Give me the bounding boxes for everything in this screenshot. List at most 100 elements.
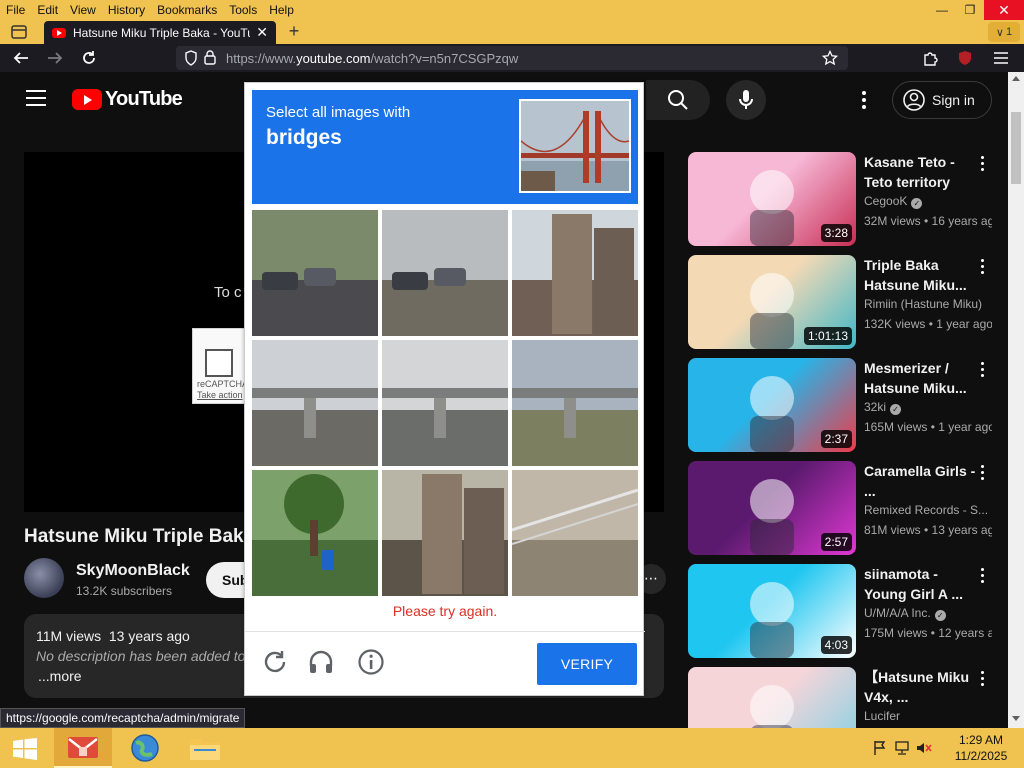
taskbar-app-gmail[interactable] (54, 728, 112, 768)
clock-time: 1:29 AM (958, 733, 1004, 747)
tab-overflow-button[interactable]: ∨ 1 (988, 22, 1020, 42)
challenge-tile-overpass-grass[interactable] (512, 340, 638, 466)
recommended-more-icon[interactable] (978, 259, 986, 279)
search-button[interactable] (646, 80, 710, 120)
verify-button[interactable]: VERIFY (537, 643, 637, 685)
tab-close-icon[interactable]: ✕ (256, 24, 268, 41)
tab-youtube[interactable]: Hatsune Miku Triple Baka - YouTube ✕ (44, 21, 276, 44)
menu-edit[interactable]: Edit (31, 0, 64, 20)
recommended-video[interactable]: 2:57 Caramella Girls - ... Remixed Records… (688, 461, 1008, 555)
verified-check-icon: ✓ (890, 404, 902, 415)
audio-challenge-button[interactable] (307, 648, 335, 676)
address-bar[interactable]: https://www.youtube.com/watch?v=n5n7CSGP… (176, 46, 848, 70)
recommended-video[interactable]: 【Hatsune Miku V4x, ... Lucifer (688, 667, 1008, 728)
taskbar-app-browser[interactable] (116, 728, 174, 768)
settings-more-button[interactable] (852, 88, 876, 112)
minimize-button[interactable]: — (928, 0, 956, 20)
menu-file[interactable]: File (0, 0, 31, 20)
flag-icon[interactable] (872, 740, 888, 756)
challenge-error-message: Please try again. (392, 603, 498, 619)
new-tab-button[interactable]: + (284, 22, 304, 42)
recommended-title[interactable]: Kasane Teto - Teto territory (864, 152, 984, 192)
page-scrollbar[interactable] (1008, 72, 1024, 728)
app-menu-button[interactable] (990, 48, 1012, 68)
recommended-more-icon[interactable] (978, 568, 986, 588)
video-thumbnail[interactable]: 3:28 (688, 152, 856, 246)
video-duration: 2:57 (820, 533, 852, 551)
challenge-tile-overpass-traffic[interactable] (252, 340, 378, 466)
challenge-tile-railing-path[interactable] (512, 470, 638, 596)
start-button[interactable] (12, 738, 38, 760)
description-more-link[interactable]: ...more (38, 668, 82, 684)
menu-bookmarks[interactable]: Bookmarks (151, 0, 223, 20)
ublock-button[interactable]: 22 (954, 48, 976, 68)
reload-button[interactable] (78, 48, 100, 68)
challenge-tile-building-corner[interactable] (382, 470, 508, 596)
taskbar-app-file-explorer[interactable] (176, 728, 234, 768)
recommended-channel[interactable]: Remixed Records - S... (864, 503, 992, 517)
guide-menu-icon[interactable] (26, 90, 46, 106)
tab-count: 1 (1005, 26, 1013, 38)
recommended-channel[interactable]: Lucifer (864, 709, 992, 723)
video-thumbnail[interactable]: 2:57 (688, 461, 856, 555)
recommended-more-icon[interactable] (978, 156, 986, 176)
challenge-tile-tall-buildings[interactable] (512, 210, 638, 336)
recommended-more-icon[interactable] (978, 465, 986, 485)
recommended-title[interactable]: siinamota - Young Girl A ... (864, 564, 984, 604)
recommended-more-icon[interactable] (978, 362, 986, 382)
recaptcha-take-action-link[interactable]: Take action (197, 390, 243, 400)
recommended-channel[interactable]: 32ki ✓ (864, 400, 992, 415)
recommended-video[interactable]: 1:01:13 Triple Baka Hatsune Miku... Rimiin… (688, 255, 1008, 349)
recommended-channel[interactable]: CegooK ✓ (864, 194, 992, 209)
back-button[interactable] (10, 48, 32, 68)
recommended-more-icon[interactable] (978, 671, 986, 691)
tile-image (252, 340, 378, 466)
recommended-video[interactable]: 3:28 Kasane Teto - Teto territory CegooK ✓ 3… (688, 152, 1008, 246)
challenge-help-button[interactable] (357, 648, 385, 676)
menu-tools[interactable]: Tools (223, 0, 263, 20)
voice-search-button[interactable] (726, 80, 766, 120)
video-thumbnail[interactable]: 2:37 (688, 358, 856, 452)
close-window-button[interactable]: ✕ (984, 0, 1024, 20)
recaptcha-challenge: Select all images with bridges Please tr… (244, 82, 645, 696)
recommended-channel[interactable]: U/M/A/A Inc. ✓ (864, 606, 992, 621)
tab-list-icon (11, 25, 27, 39)
scroll-up-arrow-icon[interactable] (1012, 76, 1020, 81)
challenge-tile-highway-gray[interactable] (382, 210, 508, 336)
challenge-target-word: bridges (266, 126, 342, 149)
video-thumbnail[interactable]: 4:03 (688, 564, 856, 658)
video-thumbnail[interactable] (688, 667, 856, 728)
youtube-logo-icon (72, 89, 102, 110)
bookmark-star-icon[interactable] (822, 50, 838, 66)
recaptcha-checkbox[interactable] (205, 349, 233, 377)
menu-history[interactable]: History (102, 0, 151, 20)
recommended-video[interactable]: 2:37 Mesmerizer / Hatsune Miku... 32ki ✓ 165… (688, 358, 1008, 452)
recommended-title[interactable]: Caramella Girls - ... (864, 461, 984, 501)
channel-name[interactable]: SkyMoonBlack (76, 562, 190, 580)
scroll-down-arrow-icon[interactable] (1012, 716, 1020, 721)
scrollbar-thumb[interactable] (1011, 112, 1021, 184)
taskbar-clock[interactable]: 1:29 AM 11/2/2025 (950, 732, 1012, 764)
volume-muted-icon[interactable] (916, 740, 932, 756)
channel-avatar[interactable] (24, 558, 64, 598)
challenge-tile-overpass-pillar[interactable] (382, 340, 508, 466)
recommended-video[interactable]: 4:03 siinamota - Young Girl A ... U/M/A/A … (688, 564, 1008, 658)
sign-in-button[interactable]: Sign in (892, 81, 992, 119)
extensions-button[interactable] (920, 48, 942, 68)
challenge-tile-tree-mailbox[interactable] (252, 470, 378, 596)
recommended-title[interactable]: Mesmerizer / Hatsune Miku... (864, 358, 984, 398)
forward-button[interactable] (44, 48, 66, 68)
menu-help[interactable]: Help (263, 0, 300, 20)
shield-icon (185, 50, 197, 66)
youtube-logo[interactable]: YouTube (72, 88, 183, 111)
recommended-title[interactable]: 【Hatsune Miku V4x, ... (864, 667, 984, 707)
recommended-title[interactable]: Triple Baka Hatsune Miku... (864, 255, 984, 295)
recommended-channel[interactable]: Rimiin (Hastune Miku) (864, 297, 992, 311)
challenge-tile-cars-hydrant[interactable] (252, 210, 378, 336)
tab-list-button[interactable] (8, 22, 30, 42)
network-icon[interactable] (894, 740, 910, 756)
restore-button[interactable]: ❐ (956, 0, 984, 20)
video-thumbnail[interactable]: 1:01:13 (688, 255, 856, 349)
menu-view[interactable]: View (64, 0, 102, 20)
reload-challenge-button[interactable] (261, 648, 289, 676)
